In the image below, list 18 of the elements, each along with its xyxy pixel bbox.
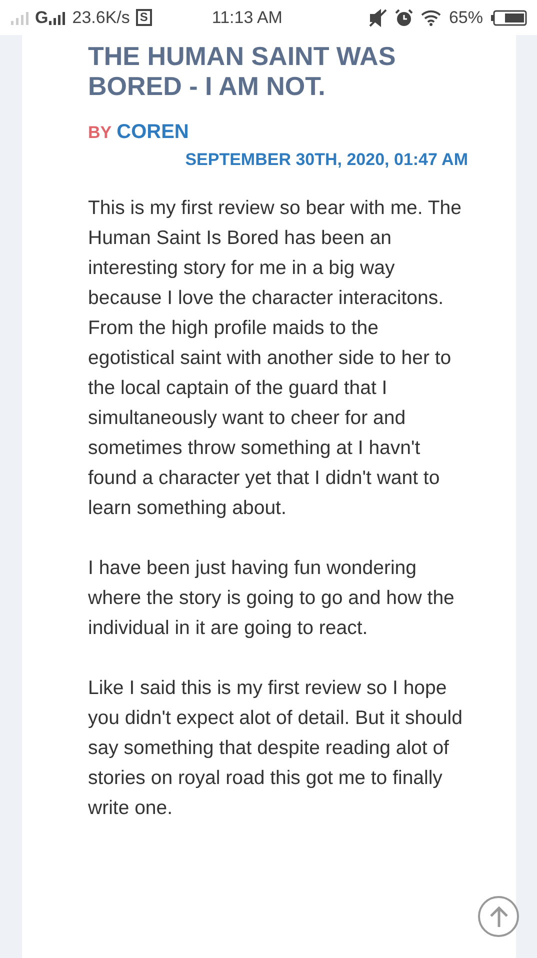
alarm-icon	[394, 8, 413, 26]
battery-percent: 65%	[448, 6, 483, 29]
review-paragraph: I have been just having fun wondering where the story is going to go and how the individual in it are going to react.	[88, 556, 456, 640]
review-date: SEPTEMBER 30TH, 2020, 01:47 AM	[185, 149, 468, 171]
signal-icon	[48, 10, 66, 24]
review-title: THE HUMAN SAINT WAS BORED - I AM NOT.	[88, 41, 397, 101]
author-link[interactable]: COREN	[116, 117, 189, 147]
wifi-icon	[420, 10, 441, 26]
by-label: BY	[88, 122, 112, 144]
network-label: G	[35, 6, 48, 29]
review-paragraph: This is my first review so bear with me. The Human Saint Is Bored has been an interesting story for me in a big way because I love the character interacitons. From the high profile maids to the egotistical saint with another side to her to the local captain of the guard that I simultaneously want to cheer for and sometimes throw something at I havn't found a character yet that I didn't want to learn something about.	[88, 196, 462, 520]
clock-time: 11:13 AM	[212, 6, 282, 29]
network-speed: 23.6K/s	[72, 6, 130, 29]
arrow-up-icon	[488, 904, 508, 928]
sim-badge: S	[136, 9, 152, 26]
mute-icon	[368, 8, 387, 26]
review-paragraph: Like I said this is my first review so I hope you didn't expect alot of detail. But it should say something that despite reading alot of stories on royal road this got me to finally write one.	[88, 676, 464, 820]
battery-icon	[491, 10, 527, 26]
